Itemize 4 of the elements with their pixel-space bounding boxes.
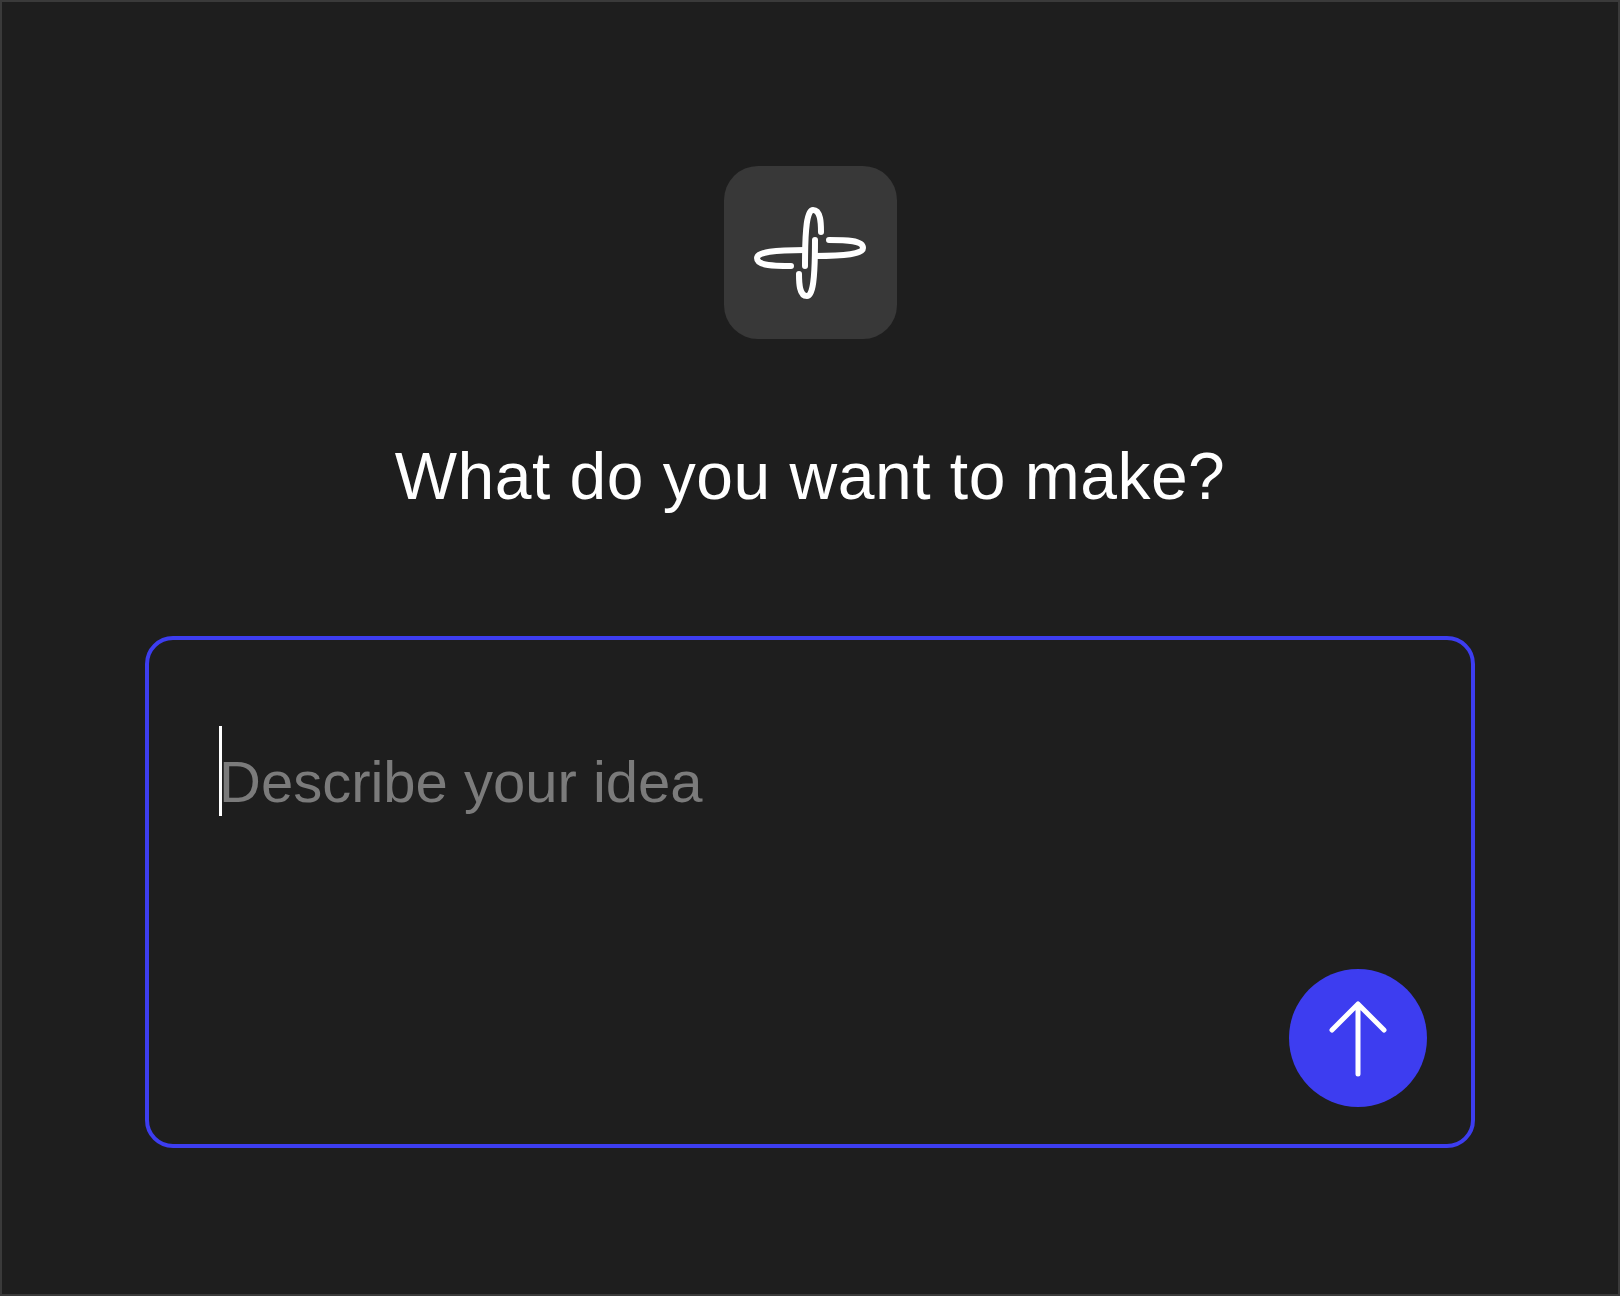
arrow-up-icon — [1326, 998, 1390, 1079]
heading: What do you want to make? — [394, 438, 1226, 515]
logo-icon — [723, 166, 897, 339]
prompt-field[interactable]: Describe your idea — [145, 636, 1475, 1149]
